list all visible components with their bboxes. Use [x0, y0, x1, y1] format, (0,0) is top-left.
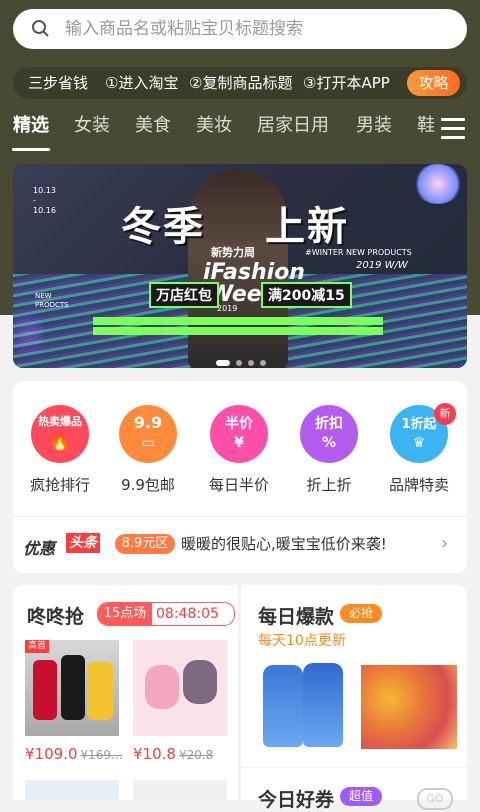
promo-title: 优惠 — [23, 539, 56, 558]
daily-hot-card[interactable]: 每日爆款 必抢 每天10点更新 今日好券 超值 GO — [241, 585, 467, 811]
step-3: ③打开本APP — [303, 74, 390, 92]
flash-sale-title: 咚咚抢 — [27, 606, 85, 628]
banner-year-small: 2019 — [217, 304, 238, 313]
category-label: 疯抢排行 — [29, 476, 90, 494]
chevron-right-icon: › — [441, 533, 449, 554]
category-tabs: 精选 女装 美食 美妆 居家日用 男装 鞋 — [0, 108, 480, 152]
must-grab-badge: 必抢 — [340, 604, 382, 623]
banner-title-right: 上新 — [265, 204, 349, 250]
go-button[interactable]: GO — [417, 788, 453, 810]
step-2: ②复制商品标题 — [189, 74, 293, 92]
saving-steps-bar: 三步省钱 ①进入淘宝 ②复制商品标题 ③打开本APP 攻略 — [13, 67, 467, 99]
countdown-timer: 15点场 08:48:05 — [97, 602, 235, 626]
banner-year: 2019 W/W — [356, 260, 408, 271]
product-image-detergent[interactable] — [303, 663, 343, 747]
category-discount[interactable]: 折扣% 折上折 — [289, 405, 369, 495]
session-label: 15点场 — [98, 603, 152, 625]
tag-icon: 折扣% — [300, 405, 358, 463]
category-hot-ranking[interactable]: 热卖爆品 🔥 疯抢排行 — [20, 405, 100, 495]
product-price: ¥109.0 ¥169... — [25, 745, 123, 763]
category-label: 品牌特卖 — [388, 476, 449, 494]
value-badge: 超值 — [340, 787, 382, 806]
category-label: 9.9包邮 — [121, 476, 175, 494]
tab-featured[interactable]: 精选 — [13, 114, 49, 138]
active-tab-indicator — [12, 148, 50, 151]
tab-beauty[interactable]: 美妆 — [196, 114, 232, 138]
promo-banner[interactable]: 10.13-10.16 冬季 上新 新势力周 iFashion Week 201… — [13, 164, 467, 368]
banner-new-products: NEW PRODCTS — [35, 292, 69, 309]
product-image-slippers[interactable] — [133, 640, 227, 736]
product-image[interactable] — [25, 780, 119, 800]
tab-food[interactable]: 美食 — [135, 114, 171, 138]
promo-title-highlight: 头条 — [66, 533, 100, 553]
search-input[interactable]: 输入商品名或粘贴宝贝标题搜索 — [65, 18, 303, 40]
guide-button[interactable]: 攻略 — [407, 70, 460, 96]
tab-men[interactable]: 男装 — [356, 114, 392, 138]
promo-headline[interactable]: 优惠 头条 8.9元区 暖暖的很贴心,暖宝宝低价来袭! › — [13, 517, 467, 573]
category-9-9[interactable]: 9.9 ▭ 9.9包邮 — [108, 405, 188, 495]
category-label: 每日半价 — [208, 476, 269, 494]
new-badge: 新 — [434, 403, 456, 425]
countdown-value: 08:48:05 — [156, 606, 219, 622]
banner-date: 10.13-10.16 — [33, 186, 56, 215]
category-card: 热卖爆品 🔥 疯抢排行 9.9 ▭ 9.9包邮 半价 ¥ 每日半价 折扣% 折上折 1… — [13, 381, 467, 573]
product-image[interactable] — [133, 780, 227, 800]
category-half-price[interactable]: 半价 ¥ 每日半价 — [199, 405, 279, 495]
step-1: ①进入淘宝 — [105, 74, 179, 92]
product-image-kids-jackets[interactable]: 高首 — [25, 640, 119, 736]
product-image-detergent[interactable] — [263, 665, 303, 747]
banner-sub: #WINTER NEW PRODUCTS — [305, 248, 412, 257]
daily-hot-subtitle: 每天10点更新 — [258, 633, 346, 649]
menu-icon[interactable] — [441, 118, 465, 140]
box-icon: 9.9 ▭ — [119, 405, 177, 463]
fire-icon: 热卖爆品 🔥 — [31, 405, 89, 463]
banner-title-left: 冬季 — [121, 204, 205, 250]
flash-sale-card[interactable]: 咚咚抢 15点场 08:48:05 高首 ¥109.0 ¥169... ¥10.8… — [13, 585, 238, 800]
divider — [241, 767, 467, 768]
banner-strip — [93, 327, 383, 335]
steps-title: 三步省钱 — [28, 74, 89, 92]
banner-strip — [93, 317, 383, 325]
coupons-title: 今日好券 — [258, 789, 335, 811]
search-icon — [32, 20, 49, 37]
hot-tag: 高首 — [25, 640, 50, 653]
promo-tag: 8.9元区 — [115, 534, 175, 554]
tab-women[interactable]: 女装 — [74, 114, 110, 138]
category-label: 折上折 — [306, 476, 352, 494]
carousel-dots[interactable] — [213, 351, 269, 368]
daily-hot-title: 每日爆款 — [258, 606, 335, 628]
banner-trend: 新势力周 — [211, 246, 255, 259]
tab-shoes[interactable]: 鞋 — [417, 114, 435, 138]
product-image-snacks[interactable] — [361, 665, 457, 749]
decor-orb — [413, 164, 463, 204]
promo-text: 暖暖的很贴心,暖宝宝低价来袭! — [181, 535, 387, 553]
calendar-icon: 半价 ¥ — [210, 405, 268, 463]
search-bar[interactable]: 输入商品名或粘贴宝贝标题搜索 — [13, 9, 467, 49]
product-price: ¥10.8 ¥20.8 — [133, 745, 214, 763]
banner-promo-left: 万店红包 — [149, 282, 219, 308]
banner-promo-right: 满200减15 — [261, 282, 352, 308]
tab-home[interactable]: 居家日用 — [257, 114, 329, 138]
